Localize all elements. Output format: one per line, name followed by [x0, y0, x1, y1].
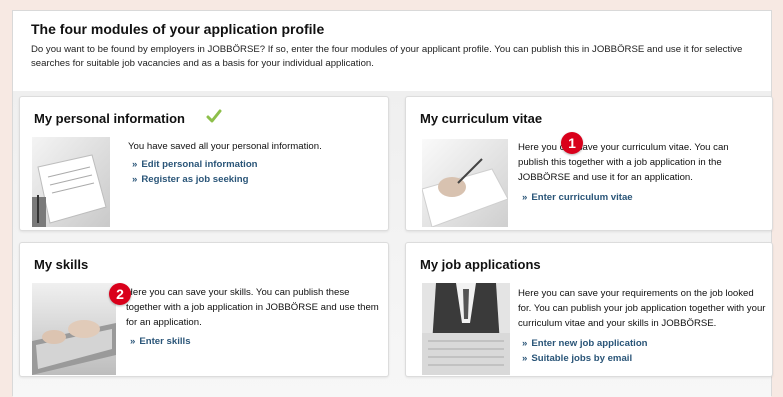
chevron-right-icon: » — [130, 336, 136, 347]
enter-new-job-application-link[interactable]: » Enter new job application — [522, 336, 648, 351]
chevron-right-icon: » — [132, 174, 138, 185]
module-card-cv: My curriculum vitae Here you can save yo… — [405, 96, 773, 231]
enter-skills-link[interactable]: » Enter skills — [130, 334, 191, 349]
callout-badge-1: 1 — [561, 132, 583, 154]
module-text-skills: Here you can save your skills. You can p… — [126, 287, 379, 328]
register-job-seeking-link[interactable]: » Register as job seeking — [132, 172, 258, 187]
page-intro: Do you want to be found by employers in … — [31, 44, 743, 69]
module-links-personal: » Edit personal information » Register as … — [132, 157, 258, 187]
module-title-cv: My curriculum vitae — [420, 111, 543, 126]
module-title-personal: My personal information — [34, 111, 185, 126]
chevron-right-icon: » — [522, 338, 528, 349]
chevron-right-icon: » — [522, 192, 528, 203]
module-card-personal: My personal information You have saved a… — [19, 96, 389, 231]
module-links-cv: » Enter curriculum vitae — [522, 190, 633, 205]
application-profile-panel: The four modules of your application pro… — [12, 10, 773, 397]
module-title-applications: My job applications — [420, 257, 541, 272]
chevron-right-icon: » — [522, 353, 528, 364]
module-card-applications: My job applications Here you can save yo… — [405, 242, 773, 377]
curriculum-vitae-photo — [422, 139, 508, 227]
callout-badge-2: 2 — [109, 283, 131, 305]
module-card-skills: My skills Here you can save your skills.… — [19, 242, 389, 377]
job-applications-photo — [422, 283, 510, 375]
checkmark-icon — [206, 108, 222, 129]
module-title-skills: My skills — [34, 257, 89, 272]
module-links-skills: » Enter skills — [130, 334, 191, 349]
page-title: The four modules of your application pro… — [31, 21, 325, 37]
enter-curriculum-vitae-link[interactable]: » Enter curriculum vitae — [522, 190, 633, 205]
chevron-right-icon: » — [132, 159, 138, 170]
edit-personal-information-link[interactable]: » Edit personal information — [132, 157, 258, 172]
module-links-applications: » Enter new job application » Suitable job… — [522, 336, 648, 366]
skills-photo — [32, 283, 116, 375]
personal-info-photo — [32, 137, 110, 227]
module-text-applications: Here you can save your requirements on t… — [518, 288, 766, 329]
page-header: The four modules of your application pro… — [13, 11, 771, 91]
suitable-jobs-by-email-link[interactable]: » Suitable jobs by email — [522, 351, 648, 366]
module-text-personal: You have saved all your personal informa… — [128, 141, 322, 152]
module-text-cv: Here you can save your curriculum vitae.… — [518, 142, 729, 183]
